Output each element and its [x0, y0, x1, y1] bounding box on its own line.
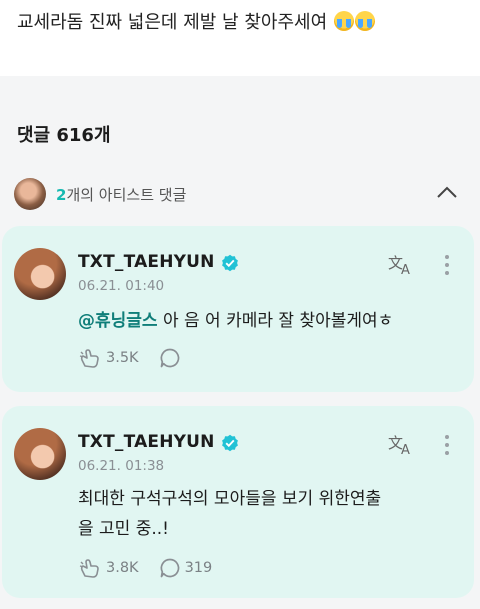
translate-icon[interactable]: 文 A	[387, 432, 415, 456]
comment-author[interactable]: TXT_TAEHYUN	[78, 252, 215, 272]
verified-badge-icon	[222, 254, 238, 272]
more-options-icon[interactable]	[442, 252, 452, 278]
comment-text: 아 음 어 카메라 잘 찾아볼게여ㅎ	[157, 311, 394, 331]
artist-avatar	[14, 178, 46, 210]
comment-text-line: 최대한 구석구석의 모아들을 보기 위한연출	[78, 489, 382, 509]
avatar[interactable]	[14, 428, 66, 480]
cheer-reaction-icon[interactable]	[78, 346, 102, 370]
reply-icon[interactable]	[159, 347, 181, 369]
comment-text-line: 을 고민 중..!	[78, 519, 169, 539]
comment-body: @휴닝글스 아 음 어 카메라 잘 찾아볼게여ㅎ	[78, 306, 393, 336]
svg-text:A: A	[401, 443, 410, 456]
comment-count-heading: 댓글 616개	[17, 125, 111, 146]
artist-comment-card: TXT_TAEHYUN 06.21. 01:38 文 A 최대한 구석구석의 모…	[2, 406, 474, 598]
mention-link[interactable]: @휴닝글스	[78, 311, 158, 331]
comment-date: 06.21. 01:40	[78, 278, 165, 294]
artist-comment-card: TXT_TAEHYUN 06.21. 01:40 文 A @휴닝글스 아 음 어…	[2, 226, 474, 392]
cheer-reaction-icon[interactable]	[78, 556, 102, 580]
svg-text:A: A	[401, 263, 410, 276]
artist-comments-label-text: 개의 아티스트 댓글	[66, 186, 187, 204]
crying-emoji-icon	[354, 11, 375, 31]
comment-reactions: 3.8K 319	[78, 556, 232, 580]
artist-comments-label: 2개의 아티스트 댓글	[56, 184, 186, 205]
comment-date: 06.21. 01:38	[78, 458, 165, 474]
post-text-content: 교세라돔 진짜 넓은데 제발 날 찾아주세여	[17, 12, 328, 33]
post-text-area: 교세라돔 진짜 넓은데 제발 날 찾아주세여	[0, 0, 480, 76]
comment-body: 최대한 구석구석의 모아들을 보기 위한연출 을 고민 중..!	[78, 484, 381, 544]
comment-author[interactable]: TXT_TAEHYUN	[78, 432, 215, 452]
translate-icon[interactable]: 文 A	[387, 252, 415, 276]
comment-reactions: 3.5K	[78, 346, 205, 370]
post-text: 교세라돔 진짜 넓은데 제발 날 찾아주세여	[17, 8, 375, 34]
reply-count: 319	[184, 560, 213, 576]
artist-comment-count: 2	[56, 186, 67, 204]
like-count: 3.8K	[106, 560, 139, 576]
crying-emoji-icon	[333, 11, 354, 31]
verified-badge-icon	[222, 434, 238, 452]
artist-comments-toggle[interactable]: 2개의 아티스트 댓글	[14, 178, 466, 210]
avatar[interactable]	[14, 248, 66, 300]
chevron-up-icon[interactable]	[436, 184, 458, 200]
more-options-icon[interactable]	[442, 432, 452, 458]
reply-icon[interactable]	[159, 557, 181, 579]
like-count: 3.5K	[106, 350, 139, 366]
